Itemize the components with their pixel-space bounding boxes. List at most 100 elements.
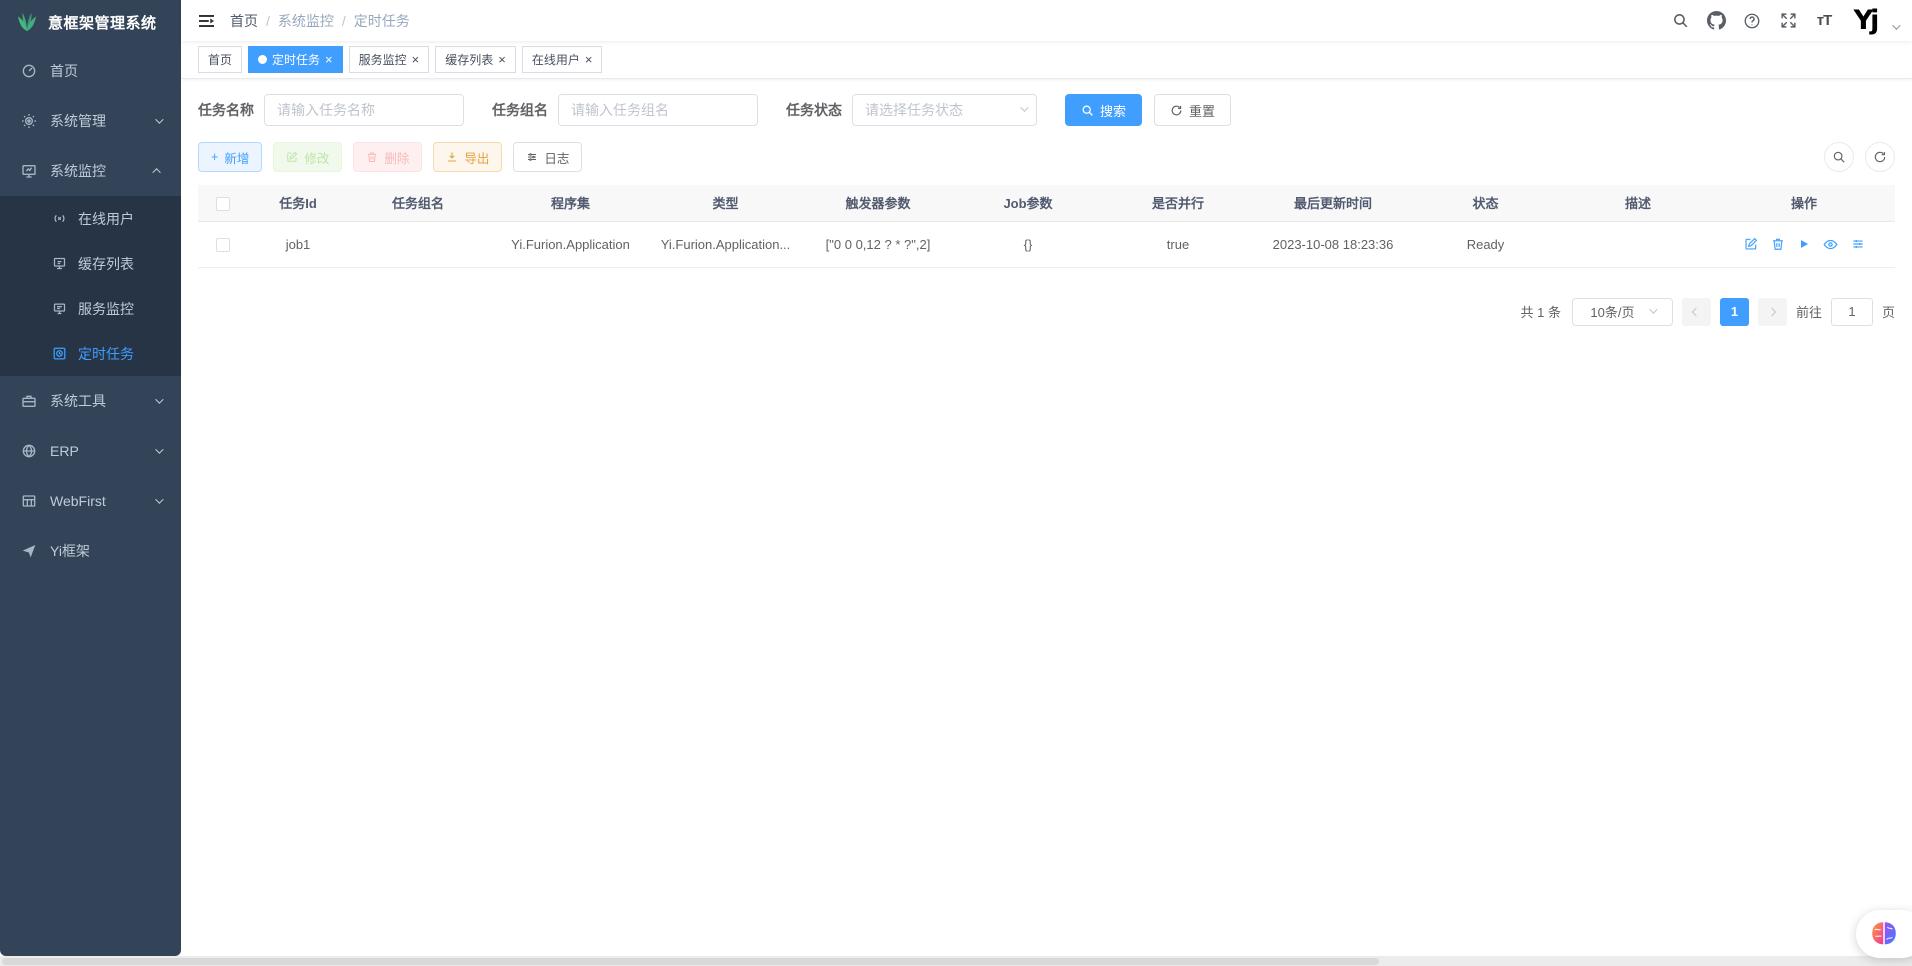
cell-updated: 2023-10-08 18:23:36 (1258, 221, 1408, 267)
tab-label: 缓存列表 (445, 51, 493, 68)
col-task-group: 任务组名 (348, 185, 488, 221)
cache-screen-icon (50, 256, 68, 271)
help-icon[interactable] (1738, 7, 1766, 35)
table-grid-icon (20, 493, 38, 509)
main-content: 任务名称 任务组名 任务状态 请选择任务状态 搜索 重置 (181, 79, 1912, 956)
chevron-down-icon (1020, 103, 1028, 111)
cell-assembly: Yi.Furion.Application (488, 221, 653, 267)
sidebar-submenu-monitor: 在线用户 缓存列表 服务监控 (0, 196, 181, 376)
delete-button[interactable]: 删除 (353, 142, 422, 172)
task-name-label: 任务名称 (198, 100, 254, 120)
tab-label: 定时任务 (272, 51, 320, 68)
pagination-total: 共 1 条 (1521, 302, 1561, 321)
show-search-button[interactable] (1824, 142, 1854, 172)
select-all-checkbox[interactable] (216, 197, 230, 211)
fullscreen-icon[interactable] (1774, 7, 1802, 35)
cell-task-group (348, 221, 488, 267)
sidebar-item-label: 缓存列表 (78, 254, 134, 274)
edit-button[interactable]: 修改 (273, 142, 342, 172)
page-number-button[interactable]: 1 (1720, 298, 1749, 326)
caret-down-icon[interactable] (1892, 21, 1900, 29)
breadcrumb-separator: / (266, 13, 270, 29)
timer-icon (50, 346, 68, 361)
task-group-input[interactable] (558, 94, 758, 126)
refresh-table-button[interactable] (1865, 142, 1895, 172)
row-log-icon[interactable] (1851, 237, 1865, 251)
close-icon[interactable]: × (498, 53, 506, 66)
search-icon (1832, 150, 1846, 164)
add-button[interactable]: + 新增 (198, 142, 262, 172)
col-assembly: 程序集 (488, 185, 653, 221)
page-size-select[interactable]: 10条/页 (1572, 298, 1673, 326)
table-header-row: 任务Id 任务组名 程序集 类型 触发器参数 Job参数 是否并行 最后更新时间… (198, 185, 1895, 221)
close-icon[interactable]: × (585, 53, 593, 66)
pagination: 共 1 条 10条/页 1 前往 页 (198, 298, 1895, 326)
sidebar-item-scheduled-tasks[interactable]: 定时任务 (0, 331, 181, 376)
sidebar-item-label: 系统管理 (50, 111, 106, 131)
tab-scheduled-tasks[interactable]: 定时任务 × (248, 46, 343, 73)
plus-icon: + (211, 150, 218, 164)
tab-service-monitor[interactable]: 服务监控 × (349, 46, 430, 73)
gear-icon (20, 113, 38, 129)
sidebar-item-label: ERP (50, 443, 79, 459)
scrollbar-thumb[interactable] (2, 958, 1379, 965)
task-status-select[interactable]: 请选择任务状态 (852, 94, 1037, 126)
sidebar-item-cache-list[interactable]: 缓存列表 (0, 241, 181, 286)
next-page-button[interactable] (1758, 298, 1787, 326)
edit-button-label: 修改 (304, 148, 329, 167)
close-icon[interactable]: × (412, 53, 420, 66)
cell-status: Ready (1408, 221, 1563, 267)
chevron-down-icon (155, 395, 163, 403)
avatar[interactable]: Yj (1846, 4, 1884, 38)
chevron-down-icon (155, 115, 163, 123)
sidebar-item-system-management[interactable]: 系统管理 (0, 96, 181, 146)
row-run-icon[interactable] (1798, 238, 1810, 250)
sidebar-item-online-users[interactable]: 在线用户 (0, 196, 181, 241)
app-logo[interactable]: 意框架管理系统 (0, 0, 181, 44)
export-button[interactable]: 导出 (433, 142, 502, 172)
row-checkbox[interactable] (216, 238, 230, 252)
log-button[interactable]: 日志 (513, 142, 582, 172)
font-size-icon[interactable]: тT (1810, 7, 1838, 35)
log-button-label: 日志 (544, 148, 569, 167)
search-button[interactable]: 搜索 (1065, 94, 1142, 126)
sidebar-item-service-monitor[interactable]: 服务监控 (0, 286, 181, 331)
search-button-label: 搜索 (1100, 101, 1126, 120)
sidebar-item-webfirst[interactable]: WebFirst (0, 476, 181, 526)
assistant-pill[interactable] (1856, 910, 1912, 958)
breadcrumb-item: 系统监控 (278, 11, 334, 31)
sidebar-item-system-monitor[interactable]: 系统监控 (0, 146, 181, 196)
breadcrumb-item: 定时任务 (354, 11, 410, 31)
tab-home[interactable]: 首页 (198, 46, 242, 73)
horizontal-scrollbar[interactable] (0, 956, 1912, 966)
tab-online-users[interactable]: 在线用户 × (522, 46, 603, 73)
sidebar-item-erp[interactable]: ERP (0, 426, 181, 476)
cell-type: Yi.Furion.Application... (653, 221, 798, 267)
sidebar-item-system-tools[interactable]: 系统工具 (0, 376, 181, 426)
task-name-input[interactable] (264, 94, 464, 126)
edit-icon (286, 151, 298, 163)
tags-view-bar: 首页 定时任务 × 服务监控 × 缓存列表 × 在线用户 × (181, 41, 1912, 79)
app-root: 意框架管理系统 首页 系统管理 系统监控 (0, 0, 1912, 966)
row-delete-icon[interactable] (1771, 237, 1785, 251)
goto-page-input[interactable] (1831, 298, 1873, 326)
close-icon[interactable]: × (325, 53, 333, 66)
row-edit-icon[interactable] (1744, 237, 1758, 251)
reset-button[interactable]: 重置 (1154, 94, 1231, 126)
search-icon[interactable] (1666, 7, 1694, 35)
refresh-icon (1170, 104, 1183, 117)
col-type: 类型 (653, 185, 798, 221)
sidebar-item-yi-framework[interactable]: Yi框架 (0, 526, 181, 576)
sidebar-item-home[interactable]: 首页 (0, 46, 181, 96)
cell-concurrent: true (1098, 221, 1258, 267)
row-view-icon[interactable] (1823, 237, 1838, 252)
github-icon[interactable] (1702, 7, 1730, 35)
tab-label: 首页 (208, 51, 232, 68)
filter-task-group: 任务组名 (492, 94, 758, 126)
tab-cache-list[interactable]: 缓存列表 × (435, 46, 516, 73)
breadcrumb-item[interactable]: 首页 (230, 11, 258, 31)
prev-page-button[interactable] (1682, 298, 1711, 326)
sidebar-fold-icon[interactable] (181, 12, 230, 30)
table-row[interactable]: job1 Yi.Furion.Application Yi.Furion.App… (198, 221, 1895, 267)
row-actions (1717, 237, 1891, 252)
